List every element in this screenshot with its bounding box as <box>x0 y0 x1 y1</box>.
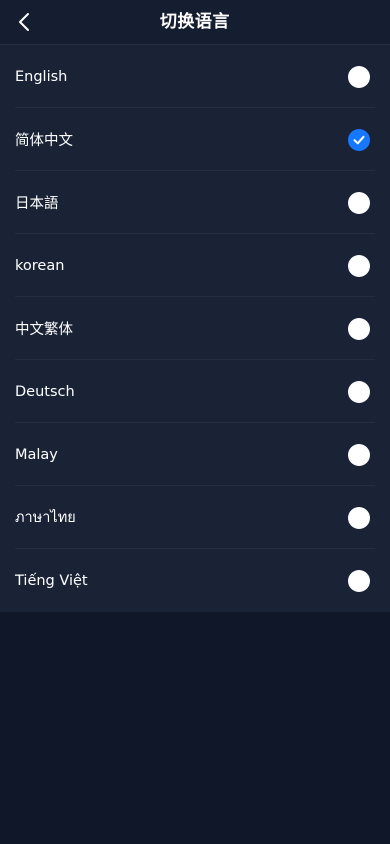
back-button[interactable] <box>8 6 40 38</box>
language-label: English <box>15 68 68 85</box>
language-label: Tiếng Việt <box>15 572 88 589</box>
language-option[interactable]: Deutsch <box>0 360 390 423</box>
language-option[interactable]: 日本語 <box>0 171 390 234</box>
language-option[interactable]: ภาษาไทย <box>0 486 390 549</box>
language-option[interactable]: Malay <box>0 423 390 486</box>
radio-unchecked[interactable] <box>348 254 370 277</box>
language-label: ภาษาไทย <box>15 510 76 526</box>
page-title: 切换语言 <box>160 12 230 32</box>
language-option[interactable]: Tiếng Việt <box>0 549 390 612</box>
language-list: English 简体中文日本語 korean 中文繁体 Deutsch Malay ภาษา… <box>0 45 390 612</box>
radio-checked[interactable] <box>348 128 370 151</box>
checkmark-icon <box>353 135 365 144</box>
language-label: 简体中文 <box>15 133 73 149</box>
chevron-left-icon <box>19 13 29 31</box>
radio-unchecked[interactable] <box>348 191 370 214</box>
language-label: Deutsch <box>15 383 75 400</box>
language-option[interactable]: korean <box>0 234 390 297</box>
language-label: korean <box>15 257 65 274</box>
radio-unchecked[interactable] <box>348 443 370 466</box>
radio-unchecked[interactable] <box>348 506 370 529</box>
radio-unchecked[interactable] <box>348 317 370 340</box>
language-option[interactable]: 简体中文 <box>0 108 390 171</box>
language-label: 中文繁体 <box>15 322 73 338</box>
language-label: 日本語 <box>15 196 59 212</box>
radio-unchecked[interactable] <box>348 380 370 403</box>
language-option[interactable]: 中文繁体 <box>0 297 390 360</box>
language-label: Malay <box>15 446 58 463</box>
nav-header: 切换语言 <box>0 0 390 45</box>
radio-unchecked[interactable] <box>348 65 370 88</box>
language-option[interactable]: English <box>0 45 390 108</box>
radio-unchecked[interactable] <box>348 569 370 592</box>
